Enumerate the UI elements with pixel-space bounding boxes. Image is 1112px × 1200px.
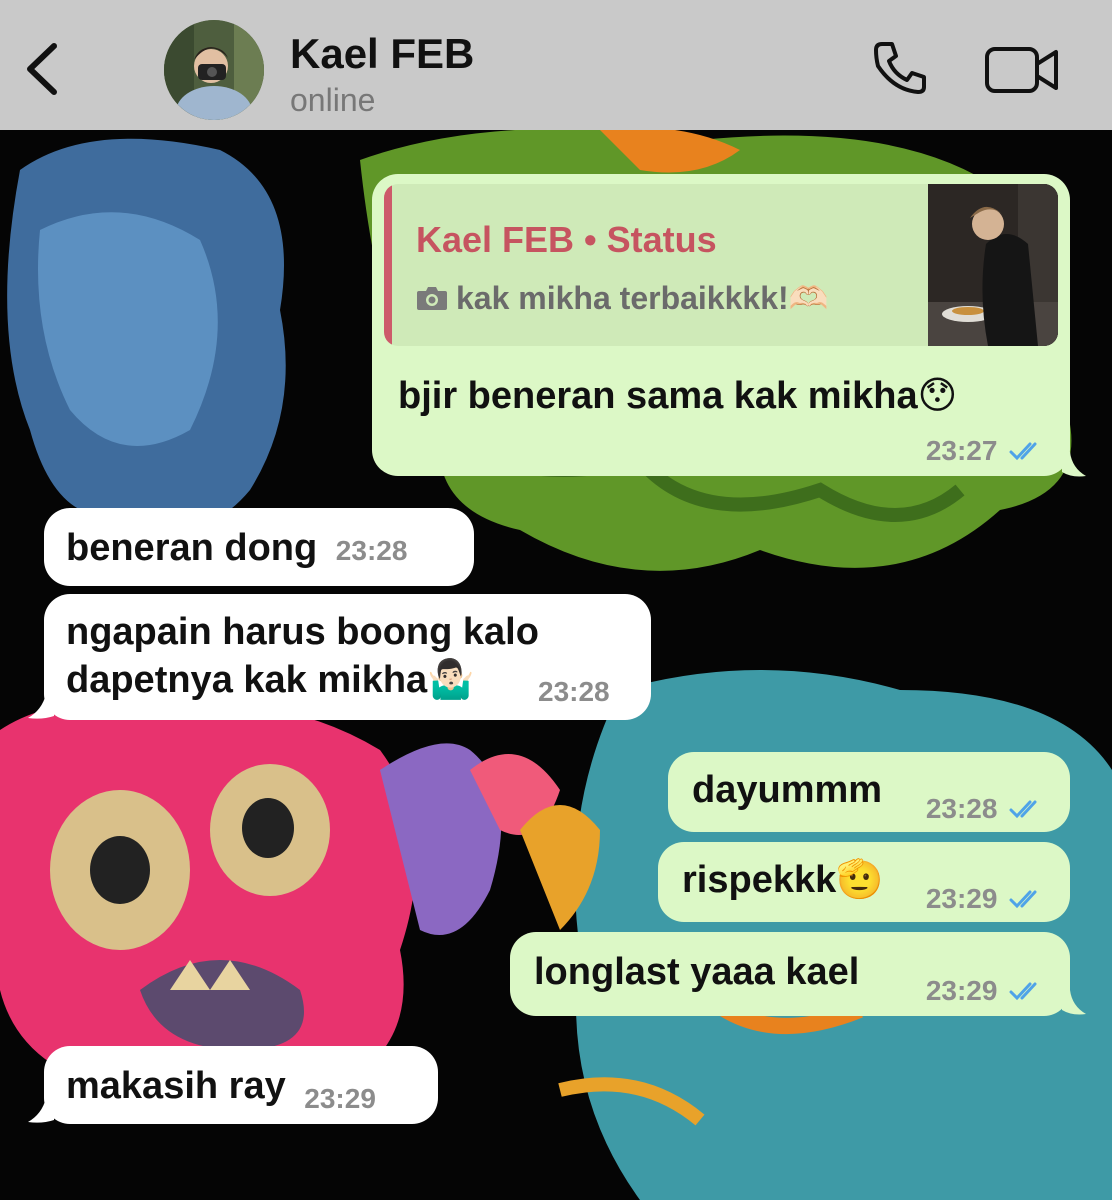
quote-accent-bar: [384, 184, 392, 346]
message-text: beneran dong: [66, 527, 318, 569]
message-text-line-2: dapetnya kak mikha🤷🏻‍♂️: [66, 659, 475, 701]
avatar-photo: [164, 20, 264, 120]
chevron-left-icon: [27, 43, 57, 95]
contact-name[interactable]: Kael FEB: [290, 30, 474, 78]
message-bubble-outgoing[interactable]: rispekkk🫡 23:29: [658, 842, 1070, 922]
status-photo: [928, 184, 1058, 346]
quote-text: kak mikha terbaikkkk!🫶🏻: [416, 276, 828, 320]
phone-icon: [874, 42, 926, 94]
video-camera-icon: [985, 47, 1058, 93]
quote-caption: kak mikha terbaikkkk!🫶🏻: [456, 280, 829, 316]
video-call-button[interactable]: [984, 44, 1060, 96]
message-meta: 23:29: [926, 878, 1048, 917]
message-bubble-incoming[interactable]: ngapain harus boong kalo dapetnya kak mi…: [44, 594, 651, 720]
message-time: 23:27: [925, 435, 998, 466]
chat-header: Kael FEB online: [0, 0, 1112, 130]
message-text: dayummm: [692, 769, 883, 811]
message-text: bjir beneran sama kak mikha😯: [398, 375, 958, 417]
message-time: 23:29: [304, 1083, 376, 1114]
message-time: 23:29: [925, 883, 998, 914]
message-meta: 23:27: [926, 430, 1048, 469]
quoted-status-reply[interactable]: Kael FEB • Status kak mikha terbaikkkk!🫶…: [384, 184, 1058, 346]
message-text: rispekkk🫡: [682, 859, 884, 901]
back-button[interactable]: [18, 36, 68, 102]
contact-status: online: [290, 82, 376, 118]
message-time: 23:28: [925, 793, 998, 824]
message-bubble-outgoing[interactable]: dayummm 23:28: [668, 752, 1070, 832]
status-thumbnail[interactable]: [928, 184, 1058, 346]
message-time: 23:28: [335, 535, 408, 566]
quote-title: Kael FEB • Status: [416, 219, 717, 260]
message-bubble-incoming[interactable]: beneran dong 23:28: [44, 508, 474, 586]
read-ticks-icon: [1009, 442, 1037, 461]
message-meta: 23:29: [926, 970, 1048, 1009]
read-ticks-icon: [1009, 982, 1037, 1001]
voice-call-button[interactable]: [868, 36, 932, 100]
message-time: 23:28: [538, 676, 610, 707]
camera-icon: [417, 287, 447, 310]
message-time: 23:29: [925, 975, 998, 1006]
message-text-line-1: ngapain harus boong kalo: [66, 611, 539, 653]
message-meta: 23:28: [926, 788, 1048, 827]
message-bubble-outgoing[interactable]: longlast yaaa kael 23:29: [510, 932, 1070, 1016]
read-ticks-icon: [1009, 890, 1037, 909]
message-text: makasih ray: [66, 1065, 286, 1107]
message-bubble-outgoing[interactable]: Kael FEB • Status kak mikha terbaikkkk!🫶…: [372, 174, 1070, 476]
message-bubble-incoming[interactable]: makasih ray 23:29: [44, 1046, 438, 1124]
read-ticks-icon: [1009, 800, 1037, 819]
message-text: longlast yaaa kael: [534, 951, 860, 993]
contact-avatar[interactable]: [164, 20, 264, 120]
